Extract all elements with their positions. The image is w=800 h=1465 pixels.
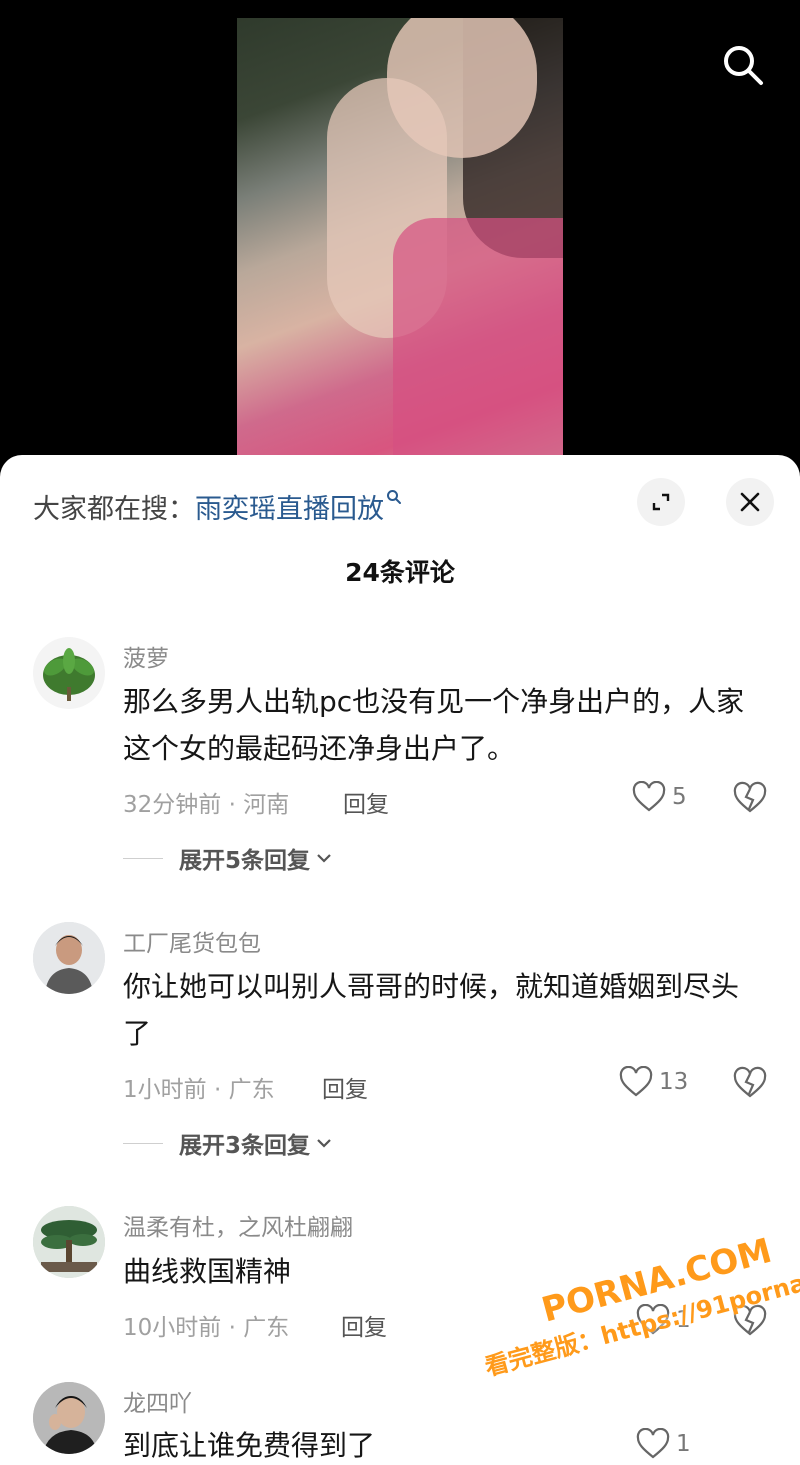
broken-heart-icon[interactable] [733, 781, 767, 815]
video-player[interactable] [0, 0, 800, 470]
like-count: 1 [676, 1431, 691, 1457]
sheet-header: 大家都在搜：雨奕瑶直播回放 [0, 455, 800, 555]
expand-replies-button[interactable]: 展开5条回复 [123, 841, 332, 875]
plant-avatar-image [43, 648, 95, 701]
avatar[interactable] [33, 637, 105, 709]
comment-text: 那么多男人出轨pc也没有见一个净身出户的，人家这个女的最起码还净身出户了。 [123, 685, 745, 765]
person-avatar-image [33, 1382, 105, 1454]
video-frame[interactable] [237, 18, 563, 470]
heart-icon [632, 781, 666, 812]
heart-icon [619, 1066, 653, 1097]
comment-username[interactable]: 工厂尾货包包 [123, 924, 261, 958]
close-button[interactable] [726, 478, 774, 526]
chevron-down-icon [317, 854, 331, 863]
small-search-icon [387, 490, 401, 504]
like-count: 13 [659, 1069, 689, 1095]
comment-time-location: 1小时前 · 广东 [123, 1077, 275, 1103]
comment-username[interactable]: 龙四吖 [123, 1384, 192, 1418]
reply-button[interactable]: 回复 [322, 1070, 368, 1104]
avatar[interactable] [33, 1382, 105, 1454]
comment-username[interactable]: 温柔有杜，之风杜翩翩 [123, 1208, 353, 1242]
heart-icon [636, 1428, 670, 1459]
hot-search-term[interactable]: 雨奕瑶直播回放 [195, 494, 384, 525]
avatar[interactable] [33, 922, 105, 994]
like-button[interactable]: 13 [619, 1066, 688, 1098]
expand-button[interactable] [637, 478, 685, 526]
like-count: 5 [672, 784, 687, 810]
expand-replies-label: 展开5条回复 [179, 848, 311, 874]
video-content-top [393, 218, 563, 470]
chevron-down-icon [317, 1139, 331, 1148]
reply-button[interactable]: 回复 [341, 1308, 387, 1342]
expand-replies-button[interactable]: 展开3条回复 [123, 1126, 332, 1160]
hot-search[interactable]: 大家都在搜：雨奕瑶直播回放 [33, 487, 402, 526]
divider-line [123, 857, 163, 859]
comment-username[interactable]: 菠萝 [123, 639, 169, 673]
search-icon [724, 46, 763, 85]
comment-time-location: 32分钟前 · 河南 [123, 792, 290, 818]
like-button[interactable]: 1 [636, 1428, 691, 1460]
divider-line [123, 1142, 163, 1144]
search-button[interactable] [716, 38, 770, 92]
close-icon [740, 492, 760, 512]
avatar[interactable] [33, 1206, 105, 1278]
comment-count: 24条评论 [345, 558, 455, 587]
expand-replies-label: 展开3条回复 [179, 1133, 311, 1159]
expand-icon [652, 493, 670, 511]
like-button[interactable]: 5 [632, 781, 687, 813]
reply-button[interactable]: 回复 [343, 785, 389, 819]
comment-time-location: 10小时前 · 广东 [123, 1315, 290, 1341]
person-avatar-image [33, 922, 105, 994]
hot-search-prefix: 大家都在搜： [33, 494, 195, 525]
bonsai-avatar-image [33, 1206, 105, 1278]
comment-text: 你让她可以叫别人哥哥的时候，就知道婚姻到尽头了 [123, 970, 740, 1050]
broken-heart-icon[interactable] [733, 1066, 767, 1100]
